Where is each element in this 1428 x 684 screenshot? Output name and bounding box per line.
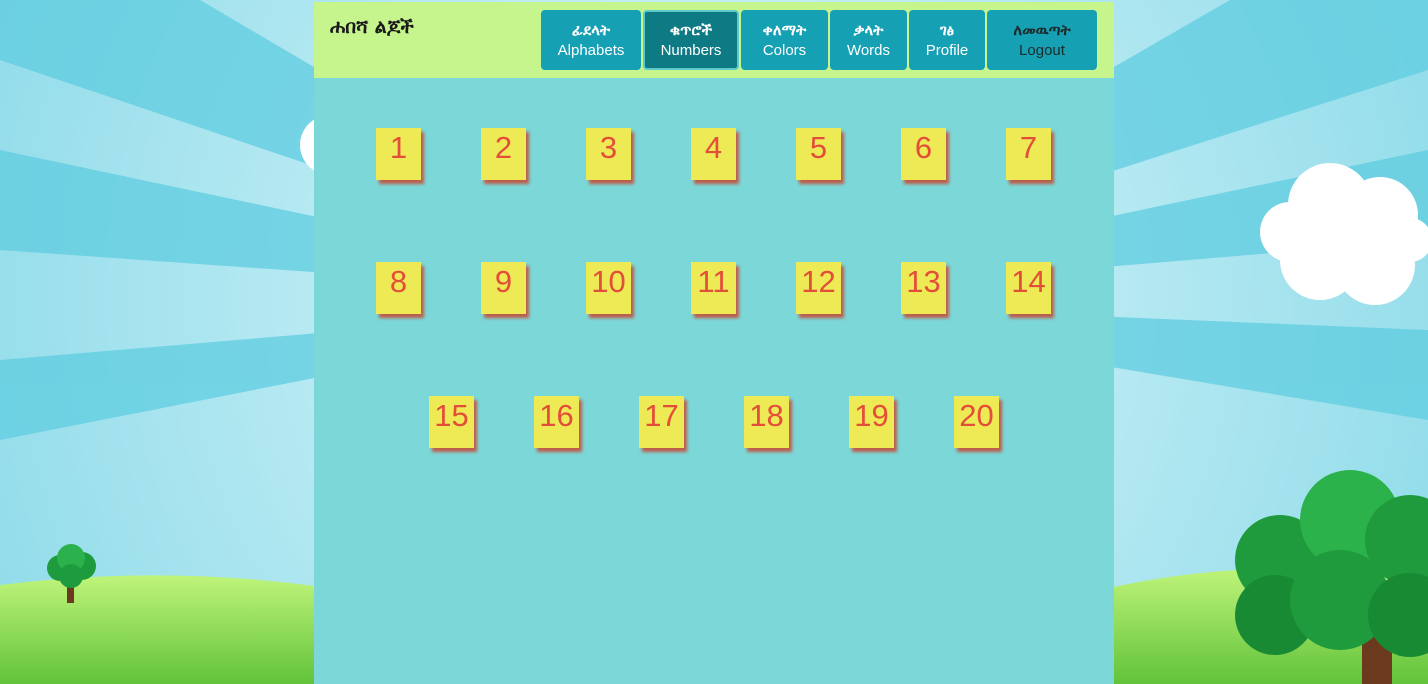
number-tile[interactable]: 19 (849, 396, 894, 448)
nav-profile-button[interactable]: ገፅ Profile (909, 10, 985, 70)
nav-words-button[interactable]: ቃላት Words (830, 10, 907, 70)
nav-words-english-label: Words (846, 42, 891, 59)
number-tile[interactable]: 8 (376, 262, 421, 314)
number-tile[interactable]: 13 (901, 262, 946, 314)
number-tile[interactable]: 4 (691, 128, 736, 180)
number-tile[interactable]: 15 (429, 396, 474, 448)
number-tile[interactable]: 5 (796, 128, 841, 180)
nav-colors-english-label: Colors (762, 42, 807, 59)
number-tile[interactable]: 18 (744, 396, 789, 448)
number-tile[interactable]: 20 (954, 396, 999, 448)
nav-alphabets-english-label: Alphabets (557, 42, 625, 59)
site-brand[interactable]: ሐበሻ ልጆች (330, 16, 414, 38)
nav-colors-button[interactable]: ቀለማት Colors (741, 10, 828, 70)
number-tile[interactable]: 9 (481, 262, 526, 314)
page: ሐበሻ ልጆች ፊደላት Alphabets ቁጥሮች Numbers ቀለማት… (0, 0, 1428, 684)
number-tile[interactable]: 2 (481, 128, 526, 180)
main-panel: ሐበሻ ልጆች ፊደላት Alphabets ቁጥሮች Numbers ቀለማት… (314, 2, 1114, 684)
number-tile[interactable]: 10 (586, 262, 631, 314)
number-tile[interactable]: 1 (376, 128, 421, 180)
nav-numbers-button[interactable]: ቁጥሮች Numbers (643, 10, 739, 70)
number-tile[interactable]: 6 (901, 128, 946, 180)
number-tile[interactable]: 7 (1006, 128, 1051, 180)
number-tile[interactable]: 12 (796, 262, 841, 314)
number-tile[interactable]: 14 (1006, 262, 1051, 314)
nav-words-amharic-label: ቃላት (853, 21, 884, 39)
nav-colors-amharic-label: ቀለማት (762, 21, 807, 39)
nav-numbers-english-label: Numbers (660, 42, 722, 59)
nav-logout-english-label: Logout (1019, 42, 1065, 59)
number-tile[interactable]: 11 (691, 262, 736, 314)
nav-numbers-amharic-label: ቁጥሮች (669, 21, 713, 39)
navbar: ሐበሻ ልጆች ፊደላት Alphabets ቁጥሮች Numbers ቀለማት… (314, 2, 1114, 78)
nav-alphabets-button[interactable]: ፊደላት Alphabets (541, 10, 641, 70)
number-tile[interactable]: 16 (534, 396, 579, 448)
nav-alphabets-amharic-label: ፊደላት (571, 21, 611, 39)
nav-profile-english-label: Profile (925, 42, 969, 59)
nav-logout-amharic-label: ለመዉጣት (1013, 21, 1071, 39)
nav-logout-button[interactable]: ለመዉጣት Logout (987, 10, 1097, 70)
number-tile[interactable]: 17 (639, 396, 684, 448)
number-tile[interactable]: 3 (586, 128, 631, 180)
nav-profile-amharic-label: ገፅ (939, 21, 955, 39)
